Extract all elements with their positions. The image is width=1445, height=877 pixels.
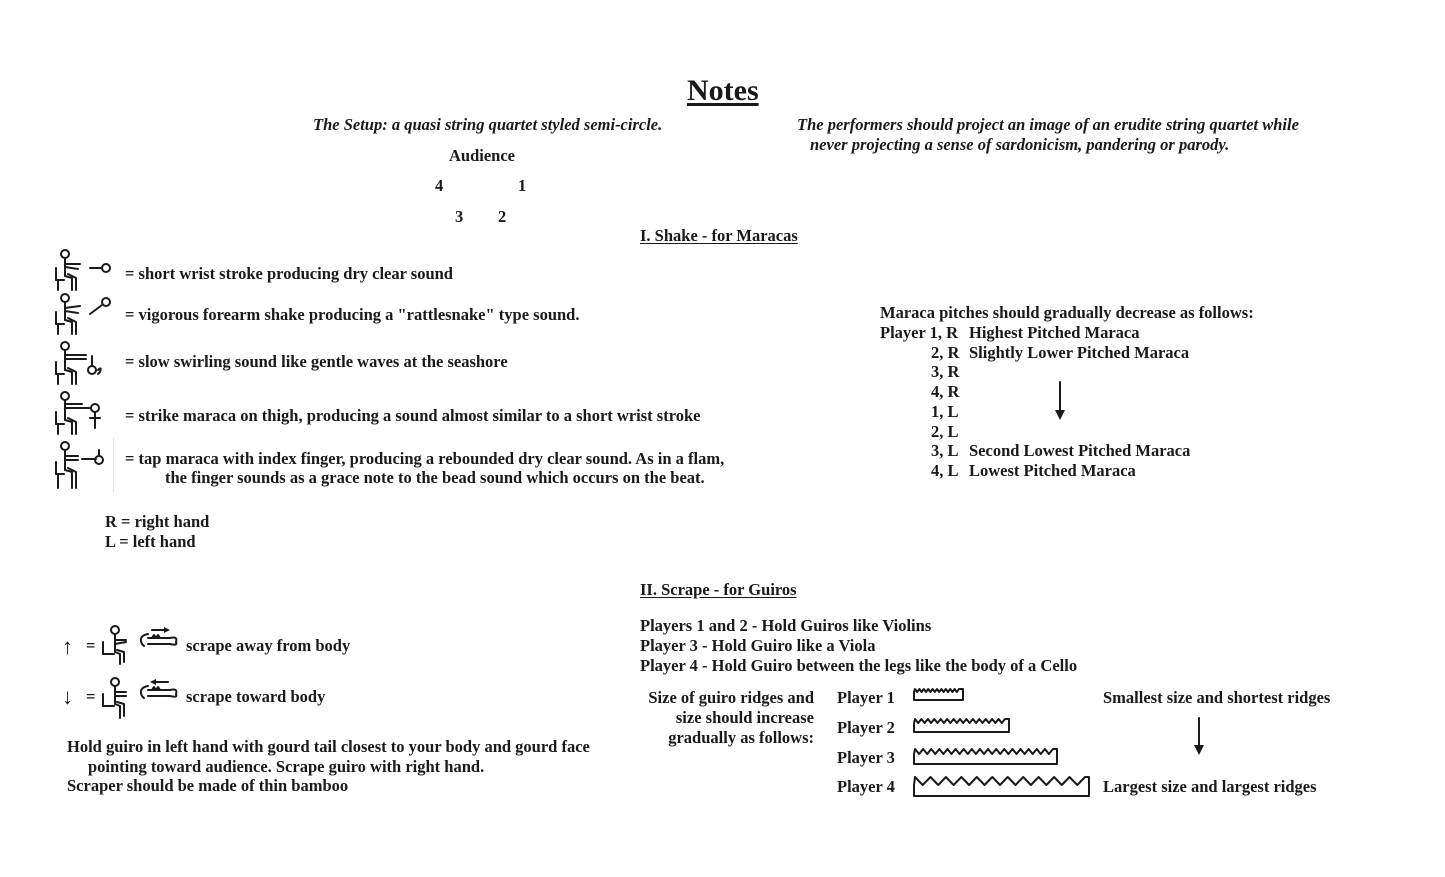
guiro-ridge-outline: [913, 718, 1010, 733]
guiro-ridge-player-1-icon: [913, 688, 964, 701]
pitch-row-label: 2, R: [931, 343, 960, 362]
pitch-row-desc: Slightly Lower Pitched Maraca: [969, 343, 1190, 362]
shake-symbol-4-text: = strike maraca on thigh, producing a so…: [125, 406, 701, 425]
position-2: 2: [498, 207, 507, 226]
hold-instruction: Player 4 - Hold Guiro between the legs l…: [640, 656, 1078, 675]
scrape-toward-text: scrape toward body: [186, 687, 326, 706]
pitch-row-label: 3, L: [931, 441, 959, 460]
up-arrow-icon: ↑: [62, 634, 73, 659]
right-hand-legend: R = right hand: [105, 512, 210, 531]
section-shake-heading: I. Shake - for Maracas: [640, 226, 798, 245]
pitch-row-label: 4, L: [931, 461, 959, 480]
pitch-row-desc: Second Lowest Pitched Maraca: [969, 441, 1191, 460]
guiro-ridge-outline: [913, 776, 1090, 797]
shake-symbol-2-text: = vigorous forearm shake producing a "ra…: [125, 305, 580, 324]
guiro-instruction-line: Scraper should be made of thin bamboo: [67, 776, 349, 795]
position-4: 4: [435, 176, 444, 195]
performance-note-line-1: The performers should project an image o…: [797, 115, 1299, 134]
position-3: 3: [455, 207, 464, 226]
seated-player-thigh-strike-icon: [55, 391, 101, 435]
size-intro-line: Size of guiro ridges and: [648, 688, 814, 707]
guiro-ridge-player-4-icon: [913, 776, 1090, 797]
equals-sign: =: [86, 687, 96, 706]
guiro-player-label: Player 3: [837, 748, 895, 767]
hold-instruction: Players 1 and 2 - Hold Guiros like Violi…: [640, 616, 932, 635]
section-scrape-heading: II. Scrape - for Guiros: [640, 580, 797, 599]
pitch-decrease-arrow-icon: [1055, 381, 1065, 420]
smallest-size-label: Smallest size and shortest ridges: [1103, 688, 1331, 707]
guiro-ridge-player-2-icon: [913, 718, 1010, 733]
shake-symbol-5-text: = tap maraca with index finger, producin…: [125, 449, 725, 468]
left-hand-legend: L = left hand: [105, 532, 196, 551]
size-intro-line: size should increase: [675, 708, 814, 727]
size-increase-arrow-icon: [1194, 717, 1204, 755]
guiro-ridge-outline: [913, 748, 1058, 765]
size-intro-line: gradually as follows:: [668, 728, 814, 747]
shake-symbol-1-text: = short wrist stroke producing dry clear…: [125, 264, 453, 283]
seated-player-short-wrist-stroke-icon: [55, 249, 111, 291]
guiro-ridge-outline: [913, 688, 964, 701]
equals-sign: =: [86, 636, 96, 655]
seated-player-finger-tap-icon: [55, 441, 104, 489]
audience-label: Audience: [449, 146, 515, 165]
page-title: Notes: [687, 74, 759, 107]
pitch-row-desc: Highest Pitched Maraca: [969, 323, 1140, 342]
guiro-player-label: Player 4: [837, 777, 895, 796]
pitch-intro: Maraca pitches should gradually decrease…: [880, 303, 1254, 322]
seated-player-forearm-shake-icon: [55, 293, 111, 335]
pitch-row-label: 2, L: [931, 422, 959, 441]
down-arrow-icon: ↓: [62, 684, 73, 709]
divider: [113, 437, 114, 492]
largest-size-label: Largest size and largest ridges: [1103, 777, 1317, 796]
seated-player-scrape-toward-icon: [102, 677, 178, 719]
shake-symbol-3-text: = slow swirling sound like gentle waves …: [125, 352, 508, 371]
scrape-away-text: scrape away from body: [186, 636, 351, 655]
shake-symbol-5-text-continued: the finger sounds as a grace note to the…: [165, 468, 705, 487]
position-1: 1: [518, 176, 527, 195]
guiro-ridge-player-3-icon: [913, 748, 1058, 765]
pitch-row-label: 3, R: [931, 362, 960, 381]
setup-heading: The Setup: a quasi string quartet styled…: [313, 115, 663, 134]
pitch-row-label: 4, R: [931, 382, 960, 401]
guiro-player-label: Player 2: [837, 718, 895, 737]
pitch-row-label: Player 1, R: [880, 323, 959, 342]
hold-instruction: Player 3 - Hold Guiro like a Viola: [640, 636, 876, 655]
guiro-player-label: Player 1: [837, 688, 895, 707]
pitch-row-desc: Lowest Pitched Maraca: [969, 461, 1136, 480]
seated-player-scrape-away-icon: [102, 625, 178, 665]
seated-player-swirl-icon: [55, 341, 102, 385]
guiro-instruction-line: Hold guiro in left hand with gourd tail …: [67, 737, 590, 756]
performance-note-line-2: never projecting a sense of sardonicism,…: [810, 135, 1230, 154]
pitch-row-label: 1, L: [931, 402, 959, 421]
guiro-instruction-line: pointing toward audience. Scrape guiro w…: [88, 757, 485, 776]
